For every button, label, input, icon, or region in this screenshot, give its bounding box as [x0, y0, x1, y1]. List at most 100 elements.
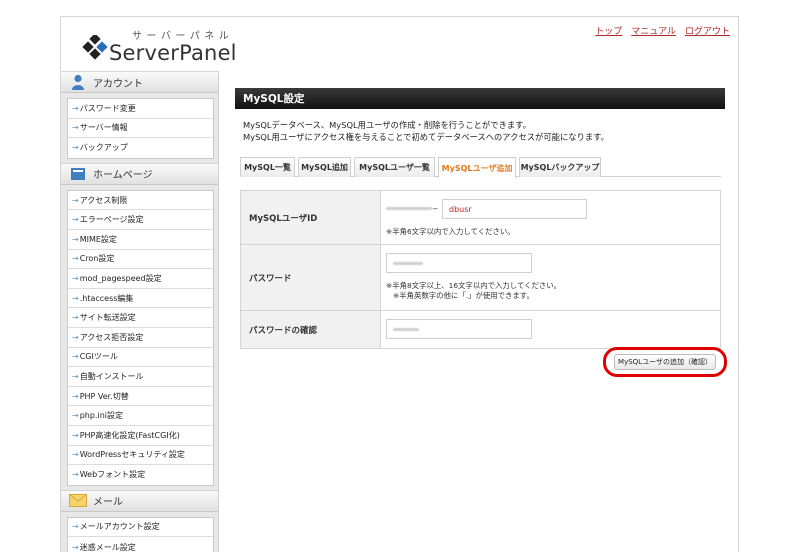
sidebar-item-htaccess[interactable]: → .htaccess編集: [68, 289, 213, 309]
sidebar-item-web-font[interactable]: → Webフォント設定: [68, 465, 213, 485]
main-content: MySQL設定 MySQLデータベース、MySQL用ユーザの作成・削除を行うこと…: [235, 88, 725, 349]
arrow-icon: →: [72, 254, 79, 264]
sidebar-item-label: .htaccess編集: [79, 293, 134, 303]
row-user-id: MySQLユーザID _ dbusr ※半角6文字以内で入力してください。: [241, 191, 720, 245]
sidebar-section-homepage: ホームページ: [61, 162, 218, 185]
arrow-icon: →: [72, 450, 79, 460]
sidebar-list-account: → パスワード変更 → サーバー情報 → バックアップ: [67, 98, 214, 159]
logout-link[interactable]: ログアウト: [685, 24, 730, 37]
password-confirm-input[interactable]: [386, 319, 532, 339]
sidebar-section-mail: メール: [61, 489, 218, 512]
tab-mysql-list[interactable]: MySQL一覧: [240, 157, 295, 177]
sidebar-item-label: php.ini設定: [79, 411, 123, 421]
row-password: パスワード ※半角8文字以上、16文字以内で入力してください。 ※半角英数字の他…: [241, 245, 720, 311]
password-confirm-field: [381, 311, 720, 348]
sidebar-item-label: メールアカウント設定: [79, 522, 160, 532]
user-icon: [69, 73, 87, 91]
sidebar-item-label: PHP高速化設定(FastCGI化): [79, 430, 180, 440]
tab-bar: MySQL一覧 MySQL追加 MySQLユーザ一覧 MySQLユーザ追加 My…: [240, 157, 721, 178]
sidebar-item-php-version[interactable]: → PHP Ver.切替: [68, 387, 213, 407]
sidebar-item-label: バックアップ: [79, 143, 128, 153]
user-prefix-redacted: [386, 207, 432, 210]
sidebar-list-homepage: → アクセス制限 → エラーページ設定 → MIME設定 → Cron設定 → mod_p…: [67, 189, 214, 486]
sidebar-item-mail-account[interactable]: → メールアカウント設定: [68, 518, 213, 538]
sidebar: アカウント → パスワード変更 → サーバー情報 → バックアップ ホームページ → ア…: [61, 71, 219, 552]
user-id-label: MySQLユーザID: [241, 191, 381, 244]
password-masked: [393, 262, 423, 265]
sidebar-item-spam[interactable]: → 迷惑メール設定: [68, 537, 213, 552]
arrow-icon: →: [72, 430, 79, 440]
arrow-icon: →: [72, 123, 79, 133]
sidebar-item-label: サーバー情報: [79, 123, 128, 133]
sidebar-item-label: WordPressセキュリティ設定: [79, 450, 185, 460]
tab-mysql-user-list[interactable]: MySQLユーザ一覧: [354, 157, 435, 177]
confirm-highlight-circle: MySQLユーザの追加（確認）: [603, 347, 727, 377]
sidebar-item-server-info[interactable]: → サーバー情報: [68, 119, 213, 139]
tab-mysql-add[interactable]: MySQL追加: [298, 157, 351, 177]
arrow-icon: →: [72, 411, 79, 421]
sidebar-item-label: CGIツール: [79, 352, 118, 362]
sidebar-item-error-page[interactable]: → エラーページ設定: [68, 210, 213, 230]
arrow-icon: →: [72, 391, 79, 401]
sidebar-list-mail: → メールアカウント設定 → 迷惑メール設定: [67, 516, 214, 552]
user-id-input[interactable]: dbusr: [442, 199, 587, 219]
sidebar-section-title: アカウント: [93, 78, 143, 90]
sidebar-item-wordpress-security[interactable]: → WordPressセキュリティ設定: [68, 446, 213, 466]
user-id-note: ※半角6文字以内で入力してください。: [386, 227, 515, 236]
user-id-field: _ dbusr ※半角6文字以内で入力してください。: [381, 191, 720, 244]
add-user-confirm-button[interactable]: MySQLユーザの追加（確認）: [614, 354, 716, 370]
sidebar-item-label: パスワード変更: [79, 103, 136, 113]
page-title: MySQL設定: [235, 88, 725, 109]
sidebar-section-title: メール: [93, 497, 123, 509]
sidebar-item-php-fastcgi[interactable]: → PHP高速化設定(FastCGI化): [68, 426, 213, 446]
sidebar-item-mod-pagespeed[interactable]: → mod_pagespeed設定: [68, 269, 213, 289]
arrow-icon: →: [72, 470, 79, 480]
sidebar-item-password-change[interactable]: → パスワード変更: [68, 99, 213, 119]
sidebar-section-account: アカウント: [61, 71, 218, 93]
top-links: トップ マニュアル ログアウト: [595, 24, 730, 37]
user-add-form: MySQLユーザID _ dbusr ※半角6文字以内で入力してください。 パス…: [240, 190, 721, 349]
sidebar-item-backup[interactable]: → バックアップ: [68, 138, 213, 158]
intro-text: MySQLデータベース、MySQL用ユーザの作成・削除を行うことができます。 M…: [243, 119, 725, 143]
arrow-icon: →: [72, 273, 79, 283]
arrow-icon: →: [72, 542, 79, 552]
sidebar-section-title: ホームページ: [93, 170, 153, 182]
arrow-icon: →: [72, 313, 79, 323]
tab-mysql-backup[interactable]: MySQLバックアップ: [519, 157, 601, 177]
sidebar-item-auto-install[interactable]: → 自動インストール: [68, 367, 213, 387]
arrow-icon: →: [72, 215, 79, 225]
sidebar-item-php-ini[interactable]: → php.ini設定: [68, 406, 213, 426]
sidebar-item-label: アクセス制限: [79, 195, 128, 205]
password-confirm-masked: [393, 328, 419, 331]
arrow-icon: →: [72, 234, 79, 244]
logo-kana: サーバーパネル: [132, 31, 234, 42]
sidebar-item-access-restriction[interactable]: → アクセス制限: [68, 191, 213, 211]
password-note-2: ※半角英数字の他に「.」が使用できます。: [393, 291, 534, 300]
sidebar-item-cron[interactable]: → Cron設定: [68, 250, 213, 270]
arrow-icon: →: [72, 103, 79, 113]
sidebar-item-label: PHP Ver.切替: [79, 391, 129, 401]
tab-mysql-user-add[interactable]: MySQLユーザ追加: [438, 157, 516, 178]
arrow-icon: →: [72, 332, 79, 342]
manual-link[interactable]: マニュアル: [631, 24, 676, 37]
password-input[interactable]: [386, 253, 532, 273]
serverpanel-logo[interactable]: サーバーパネル ServerPanel: [82, 26, 242, 66]
logo-text: ServerPanel: [109, 41, 237, 65]
arrow-icon: →: [72, 371, 79, 381]
sidebar-item-cgi-tool[interactable]: → CGIツール: [68, 348, 213, 368]
sidebar-item-label: Webフォント設定: [79, 470, 146, 480]
sidebar-item-label: アクセス拒否設定: [79, 332, 144, 342]
arrow-icon: →: [72, 195, 79, 205]
sidebar-item-label: 迷惑メール設定: [79, 542, 136, 552]
arrow-icon: →: [72, 352, 79, 362]
arrow-icon: →: [72, 143, 79, 153]
intro-line-2: MySQL用ユーザにアクセス権を与えることで初めてデータベースへのアクセスが可能…: [243, 132, 609, 142]
sidebar-item-site-redirect[interactable]: → サイト転送設定: [68, 308, 213, 328]
intro-line-1: MySQLデータベース、MySQL用ユーザの作成・削除を行うことができます。: [243, 120, 531, 130]
top-link[interactable]: トップ: [595, 24, 622, 37]
logo-diamond-icon: [82, 35, 108, 60]
arrow-icon: →: [72, 293, 79, 303]
sidebar-item-access-deny[interactable]: → アクセス拒否設定: [68, 328, 213, 348]
sidebar-item-label: エラーページ設定: [79, 215, 144, 225]
sidebar-item-mime[interactable]: → MIME設定: [68, 230, 213, 250]
